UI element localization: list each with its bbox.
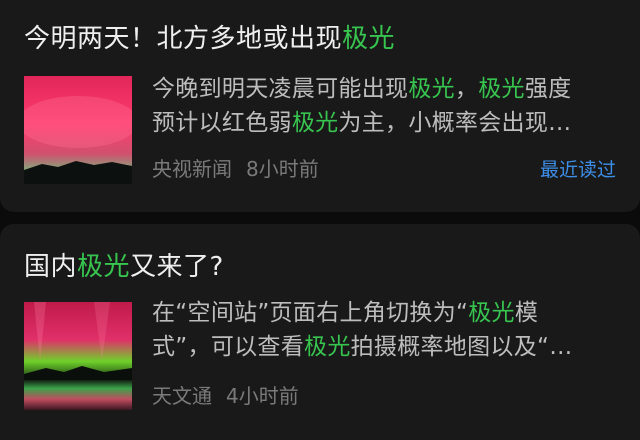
snippet-text: ， <box>454 76 479 102</box>
snippet-text: 为主，小概率会出现… <box>338 110 572 136</box>
snippet-highlight: 极光 <box>291 110 339 136</box>
snippet-text: 在“空间站”页面右上角切换为“ <box>152 300 469 326</box>
snippet-highlight: 极光 <box>478 76 525 102</box>
snippet-text: 拍摄概率地图以及“… <box>350 334 573 360</box>
source-name[interactable]: 天文通 <box>152 384 212 408</box>
article-thumbnail[interactable] <box>24 76 132 184</box>
article-snippet: 在“空间站”页面右上角切换为“极光模 式”，可以查看极光拍摄概率地图以及“… <box>152 296 622 364</box>
news-card[interactable]: 国内极光又来了? 在“空间站”页面右上角切换为“极光模 式”，可以查看极光拍摄概… <box>0 224 640 440</box>
snippet-text: 强度 <box>524 76 572 102</box>
article-meta: 央视新闻 8小时前 <box>152 155 319 183</box>
snippet-text: 预计以红色弱 <box>152 110 292 136</box>
article-meta: 天文通 4小时前 <box>152 382 299 410</box>
snippet-highlight: 极光 <box>304 334 351 360</box>
snippet-highlight: 极光 <box>468 300 515 326</box>
title-highlight: 极光 <box>342 24 396 54</box>
article-thumbnail[interactable] <box>24 302 132 410</box>
aurora-green-red-lake-image <box>24 302 132 410</box>
article-title[interactable]: 国内极光又来了? <box>24 250 224 284</box>
aurora-red-sky-image <box>24 76 132 184</box>
snippet-text: 模 <box>514 300 539 326</box>
news-feed: 今明两天！北方多地或出现极光 今晚到明天凌晨可能出现极光，极光强度 预计以红色弱… <box>0 0 640 440</box>
title-text: 今明两天！北方多地或出现 <box>24 24 343 54</box>
title-highlight: 极光 <box>77 252 131 282</box>
snippet-text: 今晚到明天凌晨可能出现 <box>152 76 409 102</box>
publish-time: 4小时前 <box>226 384 299 408</box>
recently-read-badge: 最近读过 <box>539 159 616 181</box>
news-card[interactable]: 今明两天！北方多地或出现极光 今晚到明天凌晨可能出现极光，极光强度 预计以红色弱… <box>0 0 640 212</box>
publish-time: 8小时前 <box>246 157 319 181</box>
article-title[interactable]: 今明两天！北方多地或出现极光 <box>24 22 395 56</box>
title-text: 又来了? <box>130 252 224 282</box>
source-name[interactable]: 央视新闻 <box>152 157 232 181</box>
title-text: 国内 <box>24 252 78 282</box>
snippet-highlight: 极光 <box>408 76 455 102</box>
article-snippet: 今晚到明天凌晨可能出现极光，极光强度 预计以红色弱极光为主，小概率会出现… <box>152 72 622 140</box>
snippet-text: 式”，可以查看 <box>152 334 305 360</box>
